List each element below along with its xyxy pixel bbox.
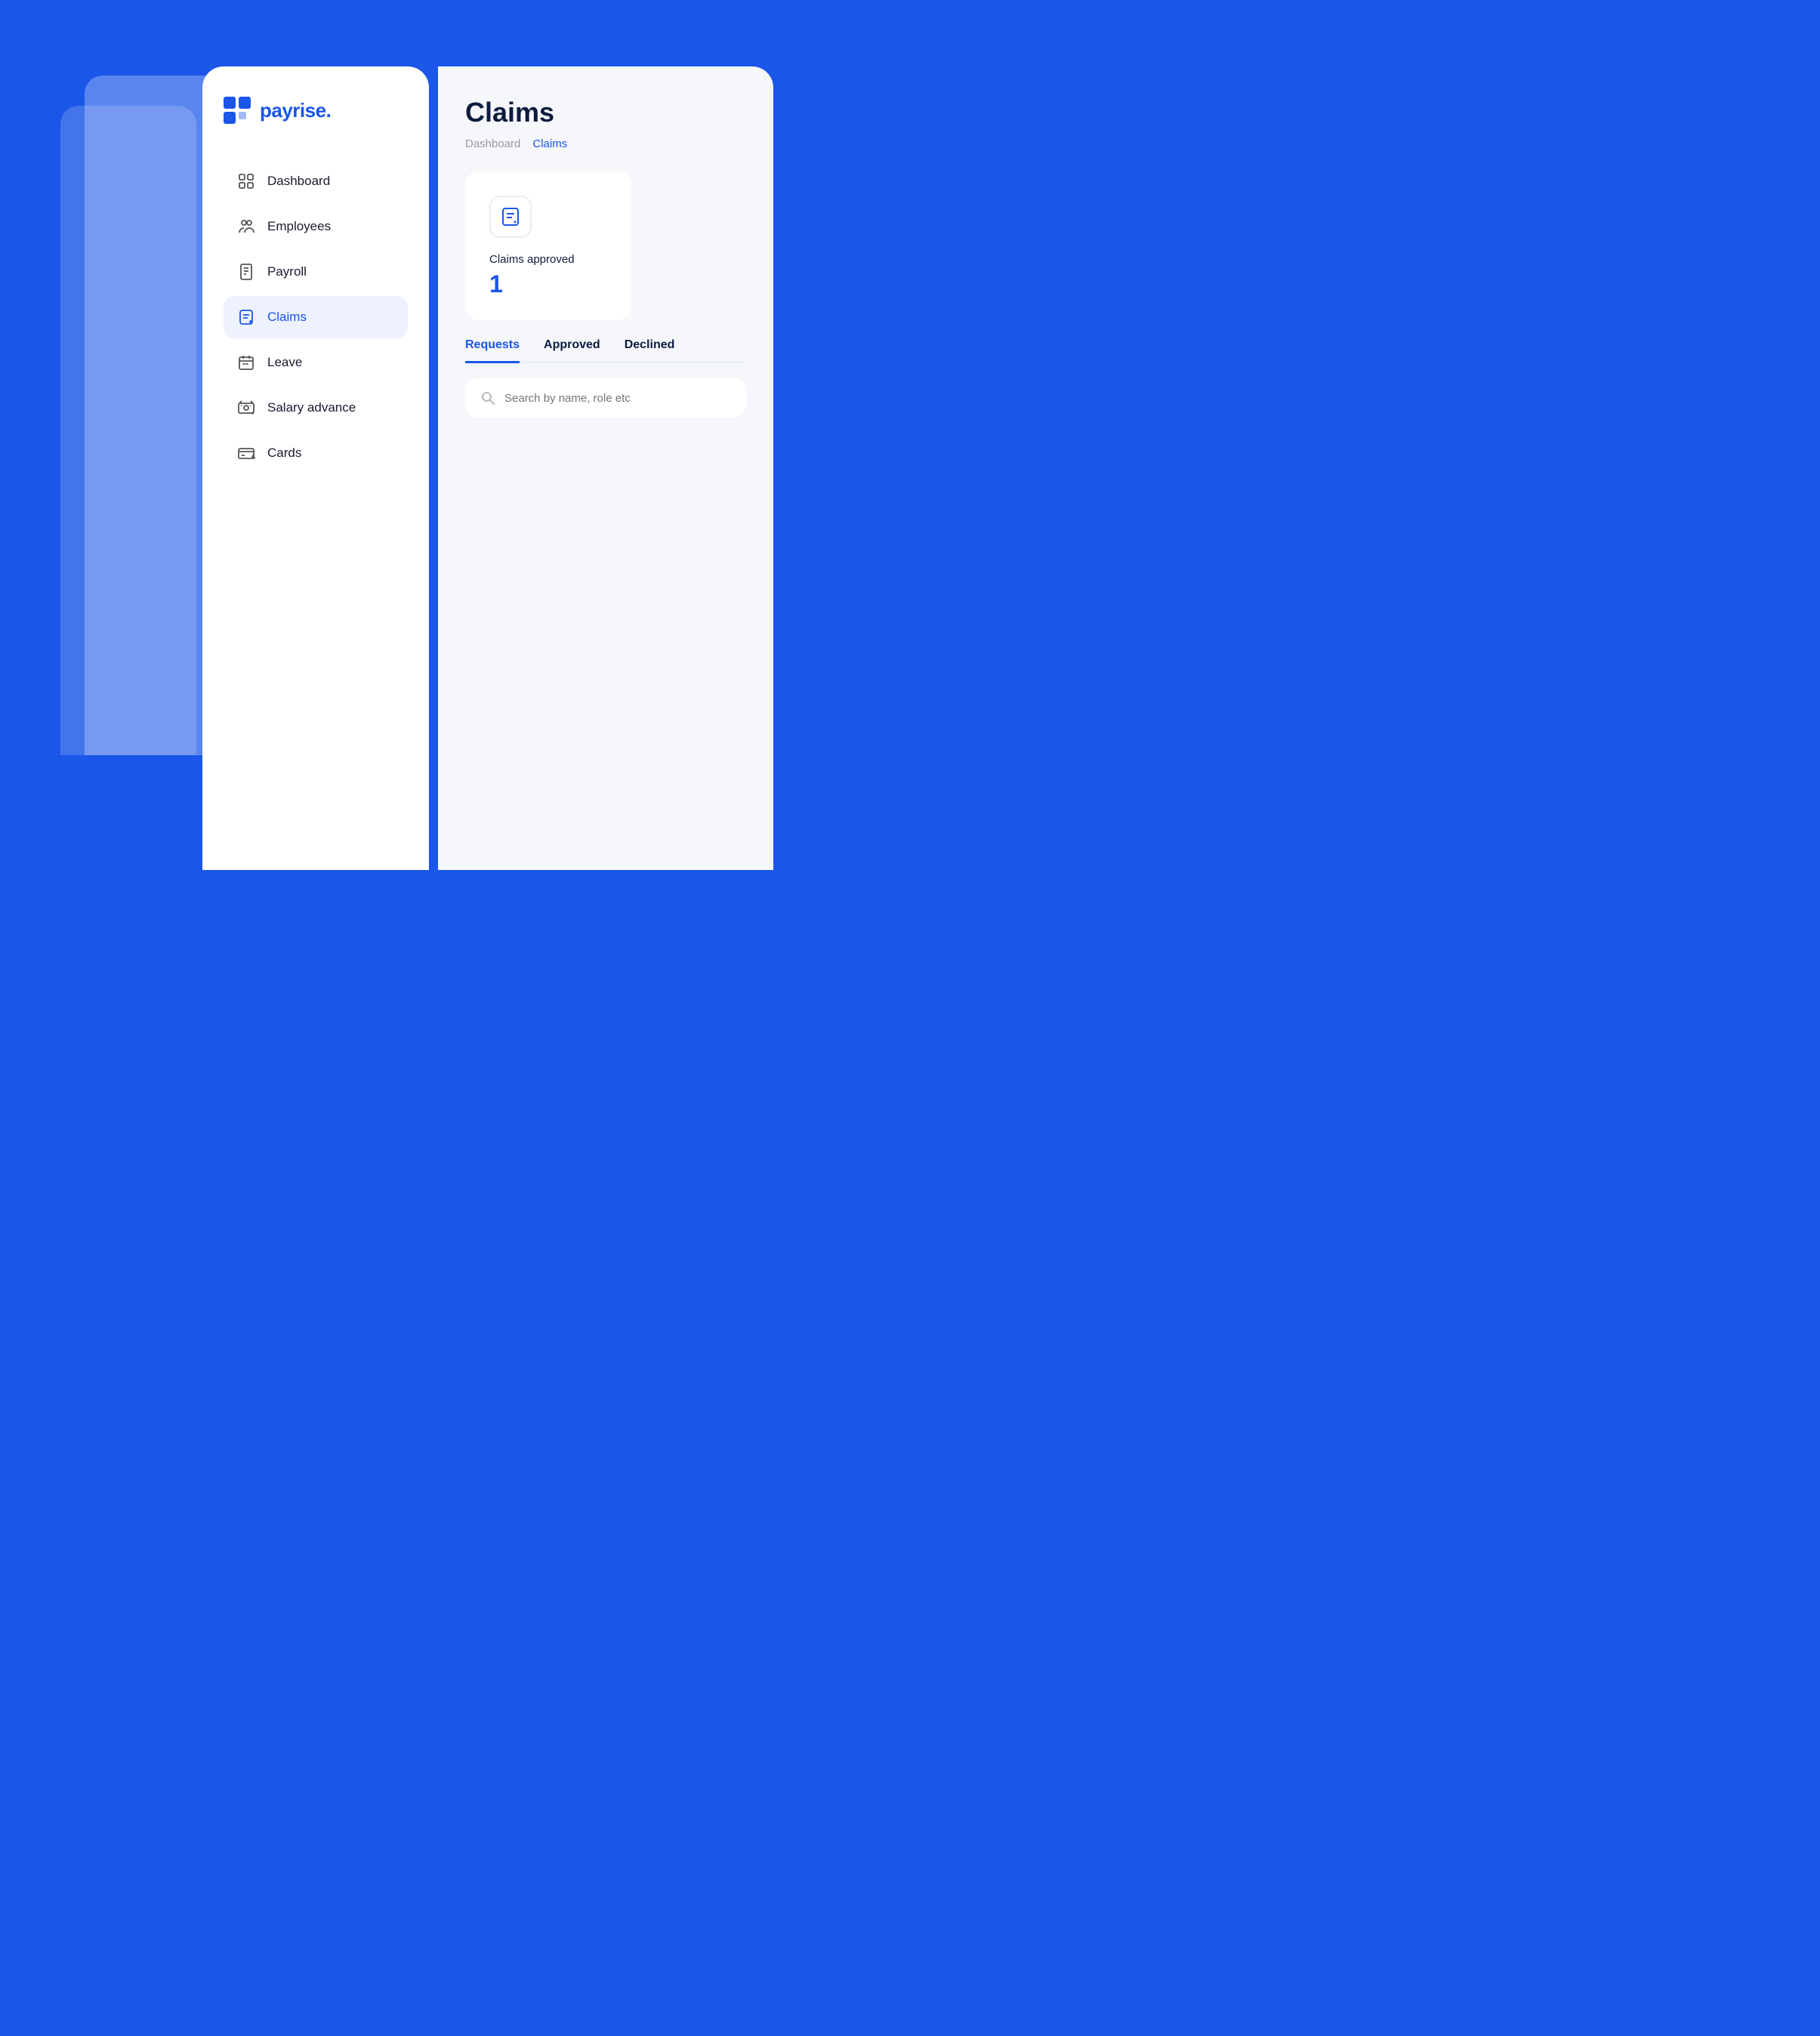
tab-declined[interactable]: Declined [625, 338, 675, 363]
leave-icon [237, 353, 255, 372]
logo-area: payrise. [224, 97, 408, 124]
search-input[interactable] [504, 392, 731, 405]
logo-icon [224, 97, 251, 124]
sidebar-item-claims[interactable]: Claims [224, 296, 408, 338]
tab-requests[interactable]: Requests [465, 338, 520, 363]
sidebar-item-label-salary-advance: Salary advance [267, 400, 356, 415]
sidebar: payrise. Dashboard Employees [202, 66, 429, 870]
breadcrumb-claims[interactable]: Claims [532, 137, 567, 150]
nav-list: Dashboard Employees Payroll [224, 160, 408, 474]
claims-icon [237, 308, 255, 326]
payroll-icon [237, 263, 255, 281]
sidebar-item-leave[interactable]: Leave [224, 341, 408, 384]
tab-approved[interactable]: Approved [544, 338, 600, 363]
sidebar-item-dashboard[interactable]: Dashboard [224, 160, 408, 202]
content-area: Claims Dashboard Claims Claims approved … [438, 66, 773, 870]
salary-advance-icon [237, 399, 255, 417]
sidebar-item-salary-advance[interactable]: Salary advance [224, 387, 408, 429]
page-title: Claims [465, 97, 746, 128]
sidebar-item-label-leave: Leave [267, 355, 302, 370]
stats-label: Claims approved [489, 253, 607, 266]
sidebar-item-cards[interactable]: Cards [224, 432, 408, 474]
dashboard-icon [237, 172, 255, 190]
search-box [465, 378, 746, 418]
sidebar-item-label-cards: Cards [267, 446, 301, 461]
stats-icon-wrap [489, 196, 532, 238]
sidebar-item-label-claims: Claims [267, 310, 307, 325]
search-icon [480, 390, 495, 406]
breadcrumb: Dashboard Claims [465, 137, 746, 150]
sidebar-item-label-payroll: Payroll [267, 264, 307, 279]
stats-value: 1 [489, 272, 607, 296]
sidebar-item-label-employees: Employees [267, 219, 331, 234]
sidebar-item-label-dashboard: Dashboard [267, 174, 330, 189]
cards-icon [237, 444, 255, 462]
stats-card: Claims approved 1 [465, 171, 631, 320]
breadcrumb-dashboard[interactable]: Dashboard [465, 137, 520, 150]
sidebar-item-employees[interactable]: Employees [224, 205, 408, 248]
logo-text: payrise. [260, 99, 331, 122]
tabs-row: Requests Approved Declined [465, 338, 746, 363]
sidebar-item-payroll[interactable]: Payroll [224, 251, 408, 293]
claims-stats-icon [500, 206, 521, 227]
employees-icon [237, 217, 255, 236]
